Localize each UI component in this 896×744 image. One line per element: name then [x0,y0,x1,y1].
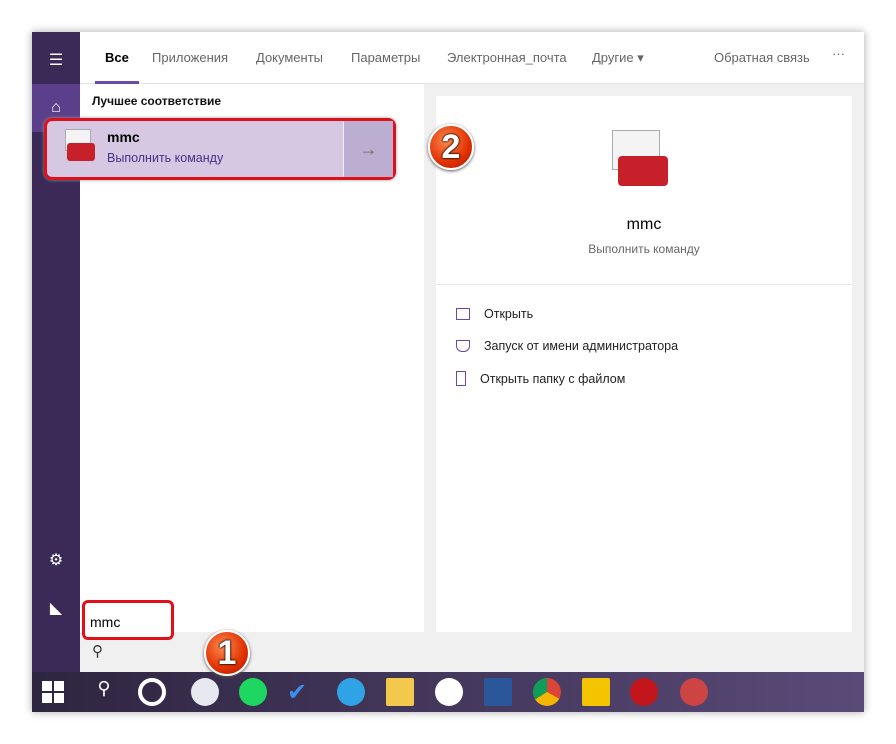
telegram-icon[interactable] [337,678,365,706]
hamburger-menu-icon[interactable]: ☰ [32,36,80,84]
yandex-browser-icon[interactable] [435,678,463,706]
search-taskbar-icon[interactable]: ⚲ [90,678,118,706]
action-label: Открыть [484,307,534,321]
preview-pane: mmc Выполнить команду Открыть Запуск от … [436,96,852,632]
feedback-link[interactable]: Обратная связь [714,50,810,65]
step-badge-1: 1 [204,630,250,676]
more-options-icon[interactable]: ··· [832,46,845,61]
action-label: Запуск от имени администратора [484,339,679,353]
shield-icon [456,340,470,352]
mmc-icon [63,129,97,163]
tab-apps[interactable]: Приложения [152,50,228,65]
taskbar: ⚲ ✔ [32,672,864,712]
cortana-app-icon[interactable] [138,678,166,706]
open-icon [456,308,470,320]
search-bar: ⚲ [80,632,864,672]
tab-settings[interactable]: Параметры [351,50,420,65]
tab-other-label: Другие [592,50,634,65]
spotify-icon[interactable] [239,678,267,706]
file-explorer-icon[interactable] [386,678,414,706]
action-open[interactable]: Открыть [456,307,533,321]
best-match-result-mmc[interactable]: mmc Выполнить команду → [44,118,396,180]
search-input[interactable]: mmc [82,600,174,640]
preview-subtitle: Выполнить команду [588,242,700,256]
result-subtitle: Выполнить команду [107,151,224,165]
chevron-down-icon: ▾ [637,50,644,65]
word-icon[interactable] [484,678,512,706]
yellow-app-icon[interactable] [582,678,610,706]
red-app-icon[interactable] [680,678,708,706]
arrow-right-icon[interactable]: → [343,121,393,177]
action-open-file-location[interactable]: Открыть папку с файлом [456,371,625,386]
tab-all[interactable]: Все [105,50,129,65]
step-badge-2: 2 [428,124,474,170]
gear-icon[interactable]: ⚙ [32,536,80,584]
preview-title: mmc [626,216,662,233]
mmc-large-icon [608,130,672,190]
best-match-heading: Лучшее соответствие [92,94,222,108]
action-label: Открыть папку с файлом [480,371,626,386]
result-title: mmc [107,129,140,145]
chrome-icon[interactable] [533,678,561,706]
filter-tabs: Все Приложения Документы Параметры Элект… [80,32,864,84]
tab-documents[interactable]: Документы [256,50,323,65]
feedback-user-icon[interactable]: ◣ [32,584,80,632]
itunes-icon[interactable] [191,678,219,706]
tab-email[interactable]: Электронная_почта [447,50,567,65]
folder-icon [456,371,466,386]
tab-other[interactable]: Другие ▾ [592,50,644,66]
search-icon: ⚲ [92,643,103,660]
action-run-as-admin[interactable]: Запуск от имени администратора [456,339,678,353]
start-icon[interactable] [42,681,64,703]
lastfm-icon[interactable] [630,678,658,706]
todo-icon[interactable]: ✔ [287,678,315,706]
